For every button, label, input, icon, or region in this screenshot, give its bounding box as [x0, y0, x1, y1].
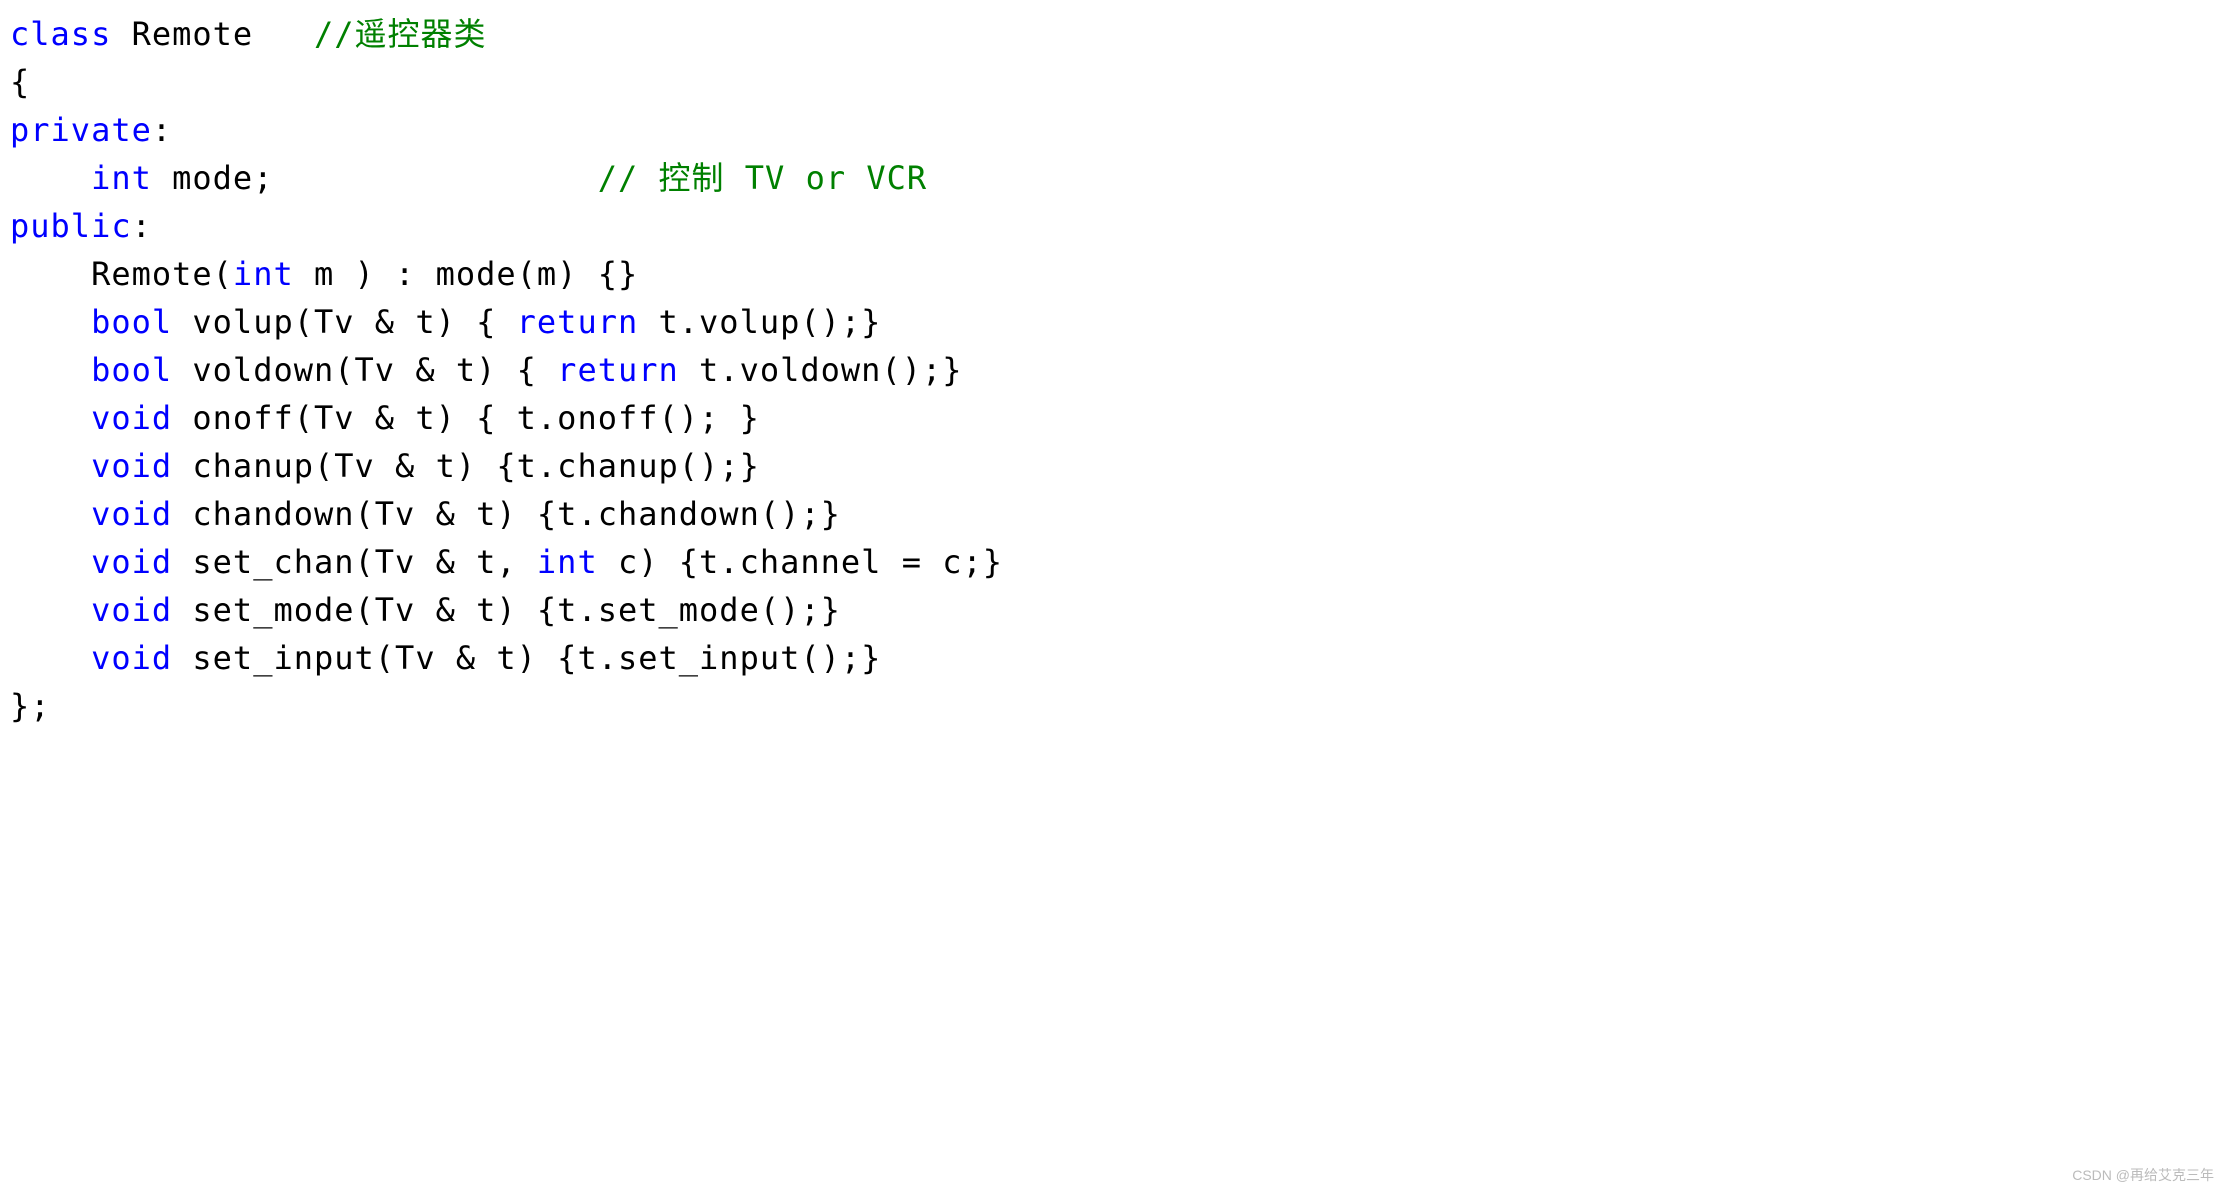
keyword-bool: bool [91, 351, 172, 389]
keyword-int: int [233, 255, 294, 293]
comment-line1: //遥控器类 [314, 15, 487, 53]
fn-chanup: chanup(Tv & t) {t.chanup();} [172, 447, 760, 485]
colon: : [152, 111, 172, 149]
keyword-return: return [517, 303, 639, 341]
fn-setinput: set_input(Tv & t) {t.set_input();} [172, 639, 881, 677]
class-name: Remote [111, 15, 314, 53]
fn-onoff: onoff(Tv & t) { t.onoff(); } [172, 399, 760, 437]
indent [10, 303, 91, 341]
fn-setchan-mid: set_chan(Tv & t, [172, 543, 537, 581]
fn-voldown-rest: t.voldown();} [679, 351, 963, 389]
indent [10, 639, 91, 677]
keyword-bool: bool [91, 303, 172, 341]
indent [10, 159, 91, 197]
keyword-int: int [91, 159, 152, 197]
indent [10, 351, 91, 389]
indent [10, 447, 91, 485]
keyword-public: public [10, 207, 132, 245]
indent [10, 543, 91, 581]
keyword-return: return [557, 351, 679, 389]
watermark: CSDN @再给艾克三年 [2072, 1165, 2214, 1186]
fn-setmode: set_mode(Tv & t) {t.set_mode();} [172, 591, 841, 629]
colon: : [132, 207, 152, 245]
fn-voldown-mid: voldown(Tv & t) { [172, 351, 557, 389]
keyword-private: private [10, 111, 152, 149]
keyword-void: void [91, 543, 172, 581]
indent [10, 399, 91, 437]
comment-line4: // 控制 TV or VCR [598, 159, 927, 197]
ctor-pre: Remote( [10, 255, 233, 293]
keyword-void: void [91, 639, 172, 677]
keyword-void: void [91, 495, 172, 533]
brace-open: { [10, 63, 30, 101]
code-block: class Remote //遥控器类 { private: int mode;… [10, 10, 2216, 730]
brace-close: }; [10, 687, 51, 725]
keyword-void: void [91, 399, 172, 437]
keyword-void: void [91, 447, 172, 485]
keyword-void: void [91, 591, 172, 629]
ctor-rest: m ) : mode(m) {} [294, 255, 639, 293]
fn-chandown: chandown(Tv & t) {t.chandown();} [172, 495, 841, 533]
keyword-int: int [537, 543, 598, 581]
fn-setchan-rest: c) {t.channel = c;} [598, 543, 1003, 581]
member-mode: mode; [152, 159, 598, 197]
fn-volup-mid: volup(Tv & t) { [172, 303, 517, 341]
indent [10, 495, 91, 533]
keyword-class: class [10, 15, 111, 53]
fn-volup-rest: t.volup();} [638, 303, 881, 341]
indent [10, 591, 91, 629]
